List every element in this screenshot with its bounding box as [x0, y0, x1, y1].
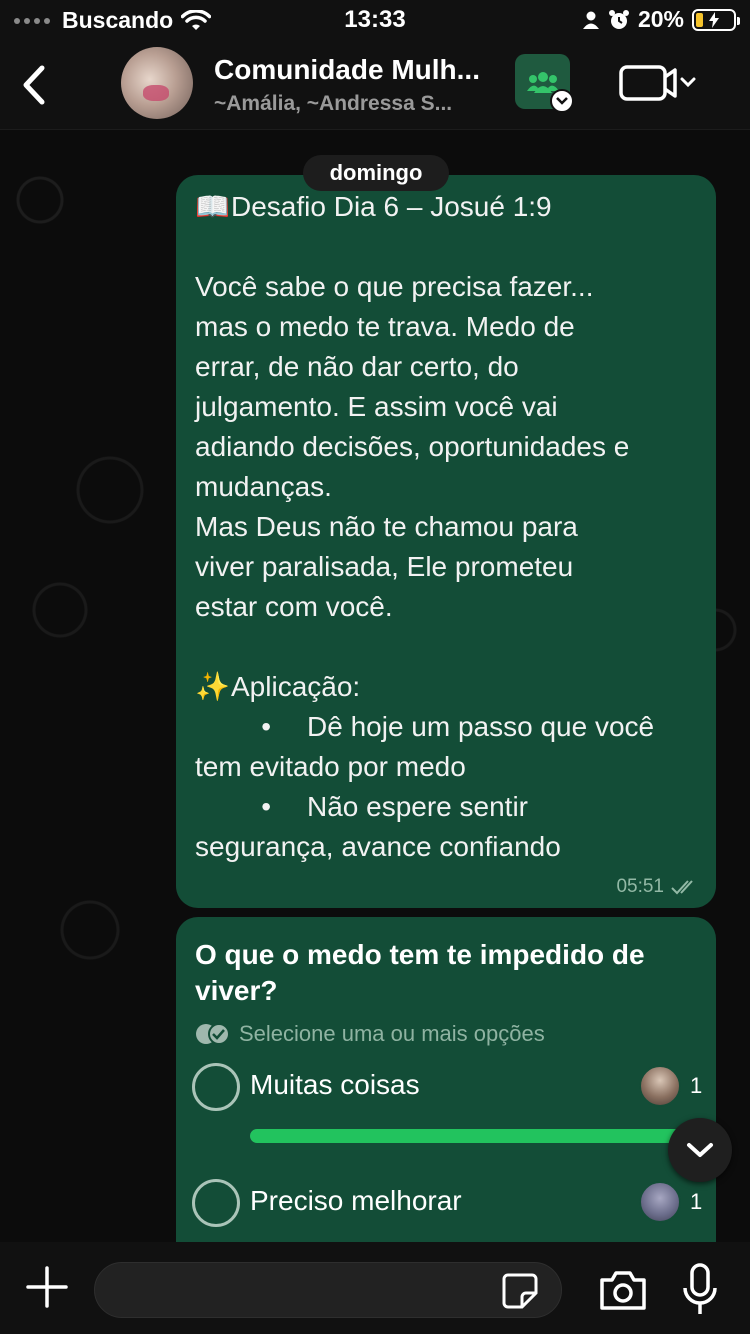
message-line-text: Aplicação:: [231, 671, 361, 702]
bullet: •: [261, 791, 271, 822]
status-bar: Buscando 13:33 20%: [0, 0, 750, 40]
chevron-down-icon: [680, 77, 696, 88]
message-line-text: estar com você.: [195, 591, 393, 622]
poll-option[interactable]: Muitas coisas 1: [192, 1063, 702, 1143]
voter-avatar: [639, 1065, 681, 1107]
vote-count[interactable]: 1: [690, 1073, 702, 1099]
alarm-icon: [608, 9, 629, 29]
status-right: 20%: [582, 6, 740, 33]
input-bar: [0, 1242, 750, 1334]
message-line-text: Desafio Dia 6 – Josué 1:9: [231, 191, 552, 222]
group-avatar[interactable]: [121, 47, 193, 119]
message-line-text: errar, de não dar certo, do: [195, 351, 519, 382]
message-line: estar com você.: [195, 587, 698, 627]
poll-hint-text: Selecione uma ou mais opções: [239, 1021, 545, 1046]
message-meta: 05:51: [616, 876, 698, 898]
message-line: mudanças.: [195, 467, 698, 507]
message-line: ✨Aplicação:: [195, 667, 698, 707]
message-line-text: Dê hoje um passo que você: [307, 711, 655, 742]
message-input[interactable]: [94, 1262, 562, 1318]
message-line: viver paralisada, Ele prometeu: [195, 547, 698, 587]
microphone-icon[interactable]: [680, 1262, 720, 1318]
video-call-icon[interactable]: [618, 62, 700, 104]
message-line: Mas Deus não te chamou para: [195, 507, 698, 547]
charging-bolt-icon: [709, 11, 719, 28]
message-line-text: tem evitado por medo: [195, 751, 466, 782]
poll-option-label: Muitas coisas: [250, 1069, 420, 1100]
message-line: [195, 227, 698, 267]
message-line-text: segurança, avance confiando: [195, 831, 561, 862]
scroll-down-button[interactable]: [668, 1118, 732, 1182]
message-line: • Não espere sentir: [195, 787, 698, 827]
battery-level: [696, 12, 704, 27]
message-line-text: mas o medo te trava. Medo de: [195, 311, 575, 342]
double-check-icon: [671, 880, 693, 895]
back-chevron-icon[interactable]: [14, 60, 54, 110]
message-text: 📖Desafio Dia 6 – Josué 1:9 Você sabe o qu…: [195, 187, 698, 867]
poll-radio[interactable]: [192, 1179, 240, 1227]
poll-progress-fill: [250, 1129, 688, 1143]
chat-area[interactable]: domingo 📖Desafio Dia 6 – Josué 1:9 Você s…: [0, 130, 750, 1242]
message-line: errar, de não dar certo, do: [195, 347, 698, 387]
sticker-icon[interactable]: [500, 1271, 540, 1311]
chevron-down-icon: [687, 1143, 713, 1157]
date-separator: domingo: [303, 155, 449, 191]
message-line-text: julgamento. E assim você vai: [195, 391, 558, 422]
message-line: tem evitado por medo: [195, 747, 698, 787]
message-line-text: Você sabe o que precisa fazer...: [195, 271, 594, 302]
community-button[interactable]: [515, 54, 574, 113]
message-bubble[interactable]: 📖Desafio Dia 6 – Josué 1:9 Você sabe o qu…: [176, 175, 716, 908]
camera-icon[interactable]: [598, 1268, 648, 1312]
message-line: segurança, avance confiando: [195, 827, 698, 867]
message-line: • Dê hoje um passo que você: [195, 707, 698, 747]
poll-option[interactable]: Preciso melhorar 1: [192, 1179, 702, 1229]
poll-check-icon: [196, 1023, 230, 1045]
message-line-text: mudanças.: [195, 471, 332, 502]
chevron-badge-icon: [550, 89, 574, 113]
battery-icon: [692, 8, 740, 31]
emoji: 📖: [195, 191, 230, 222]
message-line-text: Mas Deus não te chamou para: [195, 511, 578, 542]
emoji: ✨: [195, 671, 230, 702]
plus-icon[interactable]: [24, 1264, 70, 1310]
message-line-text: viver paralisada, Ele prometeu: [195, 551, 574, 582]
message-line: Você sabe o que precisa fazer...: [195, 267, 698, 307]
message-time: 05:51: [616, 876, 664, 897]
chat-members[interactable]: ~Amália, ~Andressa S...: [214, 92, 506, 116]
poll-card: O que o medo tem te impedido de viver? S…: [176, 917, 716, 1242]
message-line: julgamento. E assim você vai: [195, 387, 698, 427]
battery-percent: 20%: [637, 6, 684, 32]
message-line: mas o medo te trava. Medo de: [195, 307, 698, 347]
poll-radio[interactable]: [192, 1063, 240, 1111]
vote-count[interactable]: 1: [690, 1189, 702, 1215]
message-line: adiando decisões, oportunidades e: [195, 427, 698, 467]
chat-header: Comunidade Mulh... ~Amália, ~Andressa S.…: [0, 40, 750, 130]
message-line-text: adiando decisões, oportunidades e: [195, 431, 630, 462]
poll-hint: Selecione uma ou mais opções: [195, 1021, 697, 1047]
poll-question: O que o medo tem te impedido de viver?: [195, 939, 645, 1006]
voter-avatar: [639, 1181, 681, 1223]
poll-progress-bar: [250, 1129, 688, 1143]
message-line: 📖Desafio Dia 6 – Josué 1:9: [195, 187, 698, 227]
bullet: •: [261, 711, 271, 742]
person-icon: [582, 11, 599, 29]
poll-option-label: Preciso melhorar: [250, 1185, 462, 1216]
message-line: [195, 627, 698, 667]
chat-title[interactable]: Comunidade Mulh...: [214, 54, 506, 86]
message-line-text: Não espere sentir: [307, 791, 529, 822]
